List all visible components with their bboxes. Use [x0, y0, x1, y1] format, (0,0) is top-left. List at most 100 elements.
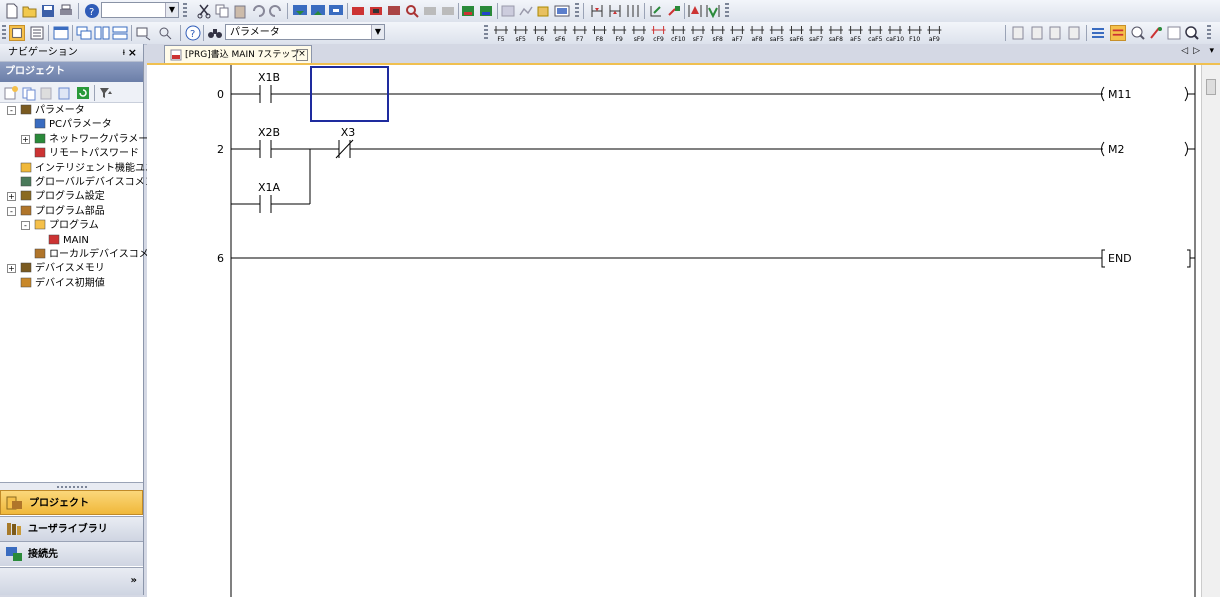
pin-icon[interactable]: ᵼ — [123, 44, 125, 61]
open-folder-icon[interactable] — [22, 3, 38, 19]
undo-icon[interactable] — [250, 3, 266, 19]
ladder-key-button[interactable]: F9 — [612, 26, 627, 43]
tile-horizontal-icon[interactable] — [112, 25, 128, 41]
ladder-key-button[interactable]: sF6 — [553, 26, 568, 43]
read-plc-icon[interactable] — [292, 3, 308, 19]
ladder-key-button[interactable]: F10 — [907, 26, 922, 43]
read-mode-icon[interactable] — [1010, 25, 1026, 41]
simulation-start-icon[interactable] — [460, 3, 476, 19]
cascade-icon[interactable] — [76, 25, 92, 41]
tab-main-program[interactable]: [PRG]書込 MAIN 7ステップ × — [164, 45, 312, 63]
ladder-key-button[interactable]: sF5 — [513, 26, 528, 43]
close-tab-icon[interactable]: × — [296, 49, 308, 61]
connection-bottom-button[interactable]: 接続先 — [0, 541, 143, 566]
zoom-view-icon[interactable] — [1184, 25, 1200, 41]
scroll-thumb[interactable] — [1206, 79, 1216, 95]
ladder-delete-row-icon[interactable] — [607, 3, 623, 19]
vertical-scrollbar[interactable] — [1201, 65, 1220, 597]
window-icon[interactable] — [53, 25, 69, 41]
ladder-key-button[interactable]: F7 — [572, 26, 587, 43]
element-combo[interactable]: パラメータ ▼ — [225, 24, 385, 40]
delete-data-icon[interactable] — [57, 85, 73, 101]
tree-item[interactable]: デバイス初期値 — [20, 277, 105, 291]
verify-plc-icon[interactable] — [328, 3, 344, 19]
user-library-bottom-button[interactable]: ユーザライブラリ — [0, 516, 143, 541]
replace-icon[interactable] — [1148, 25, 1164, 41]
monitor-mode-icon-2[interactable] — [1047, 25, 1063, 41]
tree-item[interactable]: - パラメータ — [7, 104, 85, 118]
copy-icon[interactable] — [214, 3, 230, 19]
monitor-write-mode-icon[interactable] — [1066, 25, 1082, 41]
monitor-mode-icon[interactable] — [386, 3, 402, 19]
zoom-icon[interactable] — [135, 25, 151, 41]
device-monitor-icon[interactable] — [404, 3, 420, 19]
ladder-editor[interactable]: 0 X1B M11 2 X2B X3 X1A M2 6 END — [147, 63, 1220, 597]
zoom-dropdown-icon[interactable] — [158, 25, 174, 41]
tab-list-icon[interactable]: ▾ — [1209, 46, 1214, 56]
jump-icon[interactable] — [648, 3, 664, 19]
comment-display-icon[interactable] — [687, 3, 703, 19]
help-icon[interactable]: ? — [84, 3, 100, 19]
paste-data-icon[interactable] — [39, 85, 55, 101]
search-device-icon[interactable] — [1130, 25, 1146, 41]
project-bottom-button[interactable]: プロジェクト — [0, 490, 143, 515]
statement-display-icon[interactable] — [705, 3, 721, 19]
ladder-key-button[interactable]: caF5 — [868, 26, 883, 43]
ladder-key-button[interactable]: aF5 — [848, 26, 863, 43]
collapse-icon[interactable]: - — [7, 106, 16, 115]
collapse-icon[interactable]: - — [21, 221, 30, 231]
trace-icon[interactable] — [500, 3, 516, 19]
ladder-key-button[interactable]: sF8 — [710, 26, 725, 43]
ladder-key-button[interactable]: cF9 — [651, 26, 666, 43]
help-search-icon[interactable]: ? — [185, 25, 201, 41]
write-plc-icon[interactable] — [310, 3, 326, 19]
watch-icon[interactable] — [422, 3, 438, 19]
paste-icon[interactable] — [232, 3, 248, 19]
tree-item[interactable]: + ネットワークパラメータ — [21, 133, 158, 147]
ladder-key-button[interactable]: caF10 — [886, 26, 904, 43]
ladder-insert-column-icon[interactable] — [625, 3, 641, 19]
tree-item[interactable]: PCパラメータ — [34, 118, 112, 132]
find-next-icon[interactable] — [666, 3, 682, 19]
new-data-icon[interactable] — [3, 85, 19, 101]
collapse-icon[interactable]: - — [7, 206, 16, 216]
print-icon[interactable] — [58, 3, 74, 19]
search-combo[interactable]: ▼ — [101, 2, 179, 18]
cut-icon[interactable] — [196, 3, 212, 19]
redo-icon[interactable] — [268, 3, 284, 19]
write-mode-icon[interactable] — [1029, 25, 1045, 41]
ladder-key-button[interactable]: F8 — [592, 26, 607, 43]
save-icon[interactable] — [40, 3, 56, 19]
properties-icon[interactable] — [1166, 25, 1182, 41]
ladder-key-button[interactable]: saF8 — [829, 26, 843, 43]
device-list-icon[interactable] — [1090, 25, 1106, 41]
display-icon[interactable] — [554, 3, 570, 19]
tree-item[interactable]: + プログラム設定 — [7, 190, 105, 204]
tree-item[interactable]: - プログラム部品 — [7, 205, 105, 219]
monitor-start-icon[interactable] — [350, 3, 366, 19]
ladder-key-button[interactable]: saF5 — [770, 26, 784, 43]
tree-item[interactable]: + デバイスメモリ — [7, 262, 105, 276]
tile-vertical-icon[interactable] — [94, 25, 110, 41]
contact-no[interactable] — [259, 140, 272, 158]
tab-right-icon[interactable]: ▷ — [1193, 46, 1200, 56]
copy-data-icon[interactable] — [21, 85, 37, 101]
tree-item[interactable]: - プログラム — [21, 219, 99, 233]
project-view-icon[interactable] — [9, 25, 25, 41]
close-icon[interactable]: × — [128, 44, 137, 61]
chevron-right-icon[interactable]: » — [131, 568, 137, 593]
ladder-key-button[interactable]: aF8 — [750, 26, 765, 43]
ladder-key-button[interactable]: sF9 — [631, 26, 646, 43]
expand-icon[interactable]: + — [7, 264, 16, 274]
ladder-key-button[interactable]: F6 — [533, 26, 548, 43]
tree-item[interactable]: グローバルデバイスコメント — [20, 176, 165, 190]
ladder-key-button[interactable]: cF10 — [671, 26, 686, 43]
ladder-insert-row-icon[interactable] — [589, 3, 605, 19]
expand-icon[interactable]: + — [7, 192, 16, 202]
online-change-icon[interactable] — [536, 3, 552, 19]
cross-reference-icon[interactable] — [1110, 25, 1126, 41]
contact-no[interactable] — [259, 195, 272, 213]
ladder-key-button[interactable]: saF6 — [789, 26, 804, 43]
sampling-trace-icon[interactable] — [518, 3, 534, 19]
ladder-key-button[interactable]: aF9 — [927, 26, 942, 43]
